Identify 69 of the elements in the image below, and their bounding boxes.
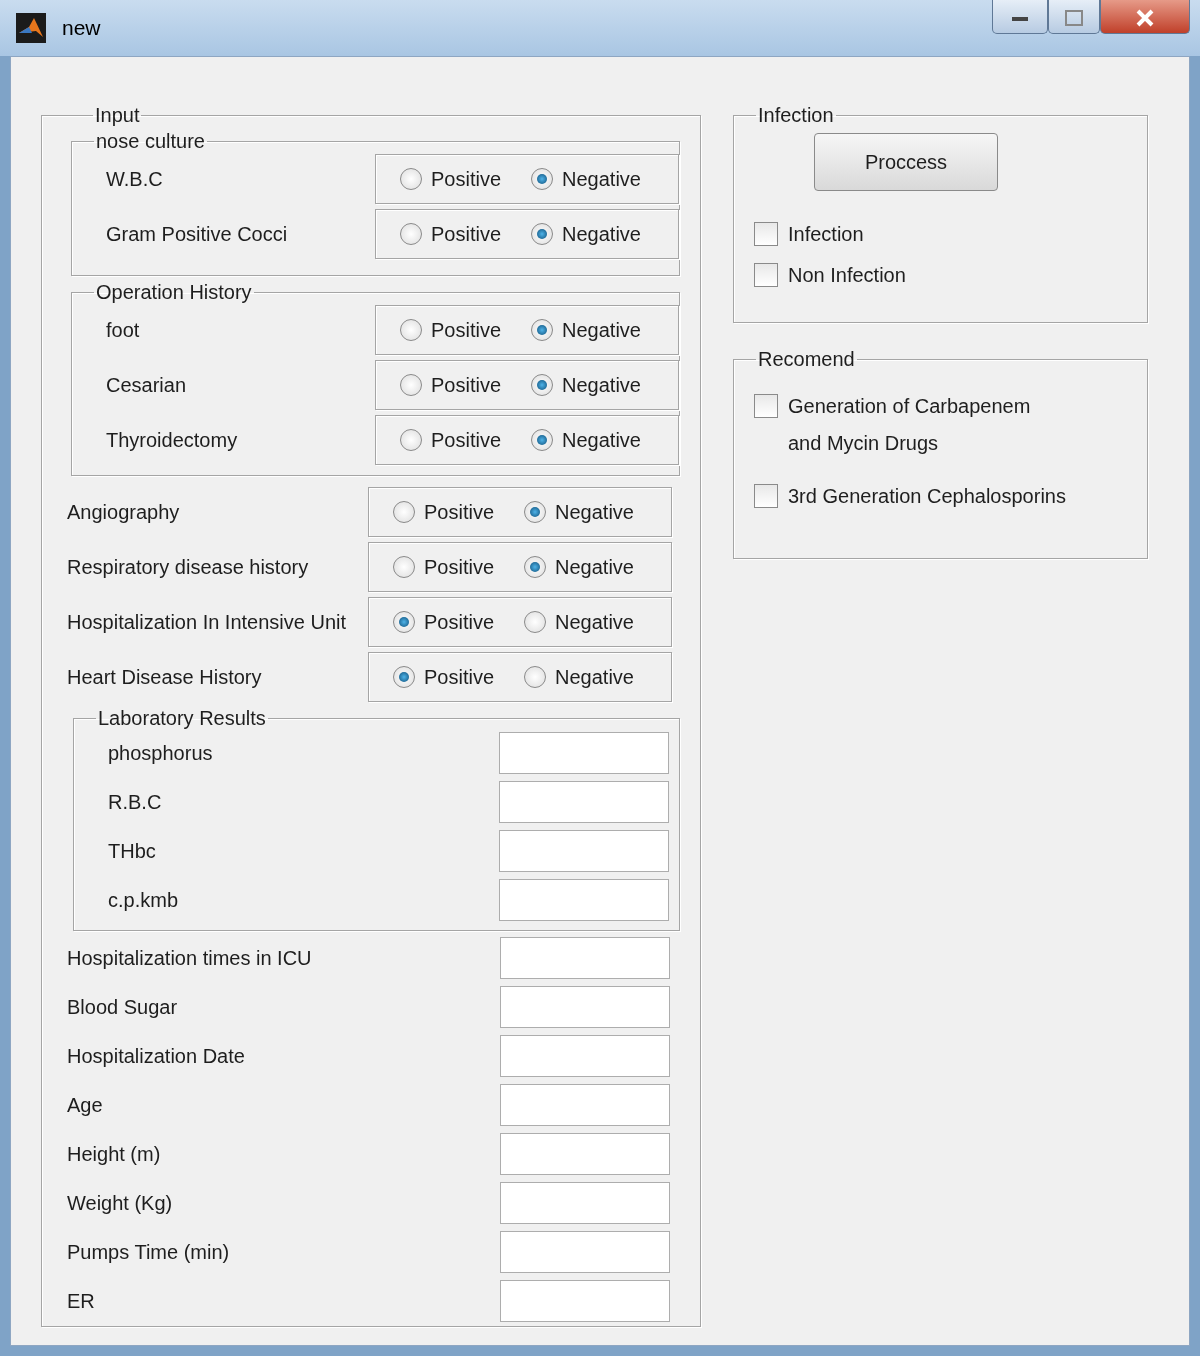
row-label: Gram Positive Cocci (105, 221, 289, 247)
row-label: foot (105, 317, 141, 343)
radio-button[interactable]: Positive (393, 551, 495, 582)
field-label: Age (67, 1092, 104, 1118)
field-label: Height (m) (67, 1141, 162, 1167)
radio-button[interactable]: Negative (531, 424, 641, 455)
radio-button[interactable]: Positive (393, 496, 495, 527)
radio-button[interactable]: Negative (524, 606, 634, 637)
radio-button[interactable]: Negative (531, 218, 641, 249)
row-label: Cesarian (105, 372, 188, 398)
window-title: new (62, 15, 101, 42)
input-field[interactable] (499, 780, 669, 823)
input-field[interactable] (500, 1230, 670, 1273)
input-field[interactable] (500, 1279, 670, 1322)
radio-button[interactable]: Positive (400, 218, 502, 249)
checkbox[interactable]: Non Infection (734, 256, 912, 295)
close-icon (1135, 9, 1155, 28)
row-label: Heart Disease History (67, 664, 263, 690)
checkbox[interactable]: 3rd Generation Cephalosporins (734, 477, 1072, 516)
row-label: Angiography (67, 499, 181, 525)
row-label: Hospitalization In Intensive Unit (67, 609, 348, 635)
field-label: Pumps Time (min) (67, 1239, 231, 1265)
input-field[interactable] (500, 1181, 670, 1224)
field-label: Hospitalization times in ICU (67, 945, 313, 971)
group-title: Infection (757, 105, 835, 125)
field-label: Blood Sugar (67, 994, 179, 1020)
input-field[interactable] (500, 1132, 670, 1175)
group-title: Input (94, 105, 141, 125)
input-field[interactable] (499, 878, 669, 921)
input-field[interactable] (499, 829, 669, 872)
radio-button[interactable]: Negative (524, 661, 634, 692)
input-field[interactable] (499, 731, 669, 774)
checkbox[interactable]: Generation of Carbapenem and Mycin Drugs (734, 387, 1037, 463)
radio-button[interactable]: Negative (531, 314, 641, 345)
radio-button[interactable]: Positive (393, 606, 495, 637)
group-title: Operation History (95, 282, 253, 302)
field-label: THbc (107, 838, 157, 864)
input-field[interactable] (500, 1034, 670, 1077)
radio-button[interactable]: Positive (393, 661, 495, 692)
checkbox[interactable]: Infection (734, 215, 870, 254)
field-label: phosphorus (107, 740, 214, 766)
radio-button[interactable]: Positive (400, 424, 502, 455)
radio-button[interactable]: Negative (531, 163, 641, 194)
input-field[interactable] (500, 1083, 670, 1126)
group-title: nose culture (95, 131, 206, 151)
maximize-button[interactable] (1048, 0, 1100, 34)
radio-button[interactable]: Positive (400, 163, 502, 194)
field-label: R.B.C (107, 789, 163, 815)
close-button[interactable] (1100, 0, 1190, 34)
radio-button[interactable]: Positive (400, 369, 502, 400)
radio-button[interactable]: Negative (531, 369, 641, 400)
group-title: Laboratory Results (97, 708, 267, 728)
row-label: W.B.C (105, 166, 164, 192)
input-field[interactable] (500, 985, 670, 1028)
radio-button[interactable]: Positive (400, 314, 502, 345)
field-label: Weight (Kg) (67, 1190, 174, 1216)
maximize-icon (1065, 10, 1083, 27)
field-label: Hospitalization Date (67, 1043, 246, 1069)
row-label: Thyroidectomy (105, 427, 239, 453)
radio-button[interactable]: Negative (524, 551, 634, 582)
row-label: Respiratory disease history (67, 554, 310, 580)
process-button[interactable]: Proccess (814, 133, 998, 191)
minimize-button[interactable] (992, 0, 1048, 34)
field-label: c.p.kmb (107, 887, 180, 913)
group-title: Recomend (757, 349, 856, 369)
radio-button[interactable]: Negative (524, 496, 634, 527)
input-field[interactable] (500, 936, 670, 979)
field-label: ER (67, 1288, 96, 1314)
app-icon (16, 13, 46, 43)
